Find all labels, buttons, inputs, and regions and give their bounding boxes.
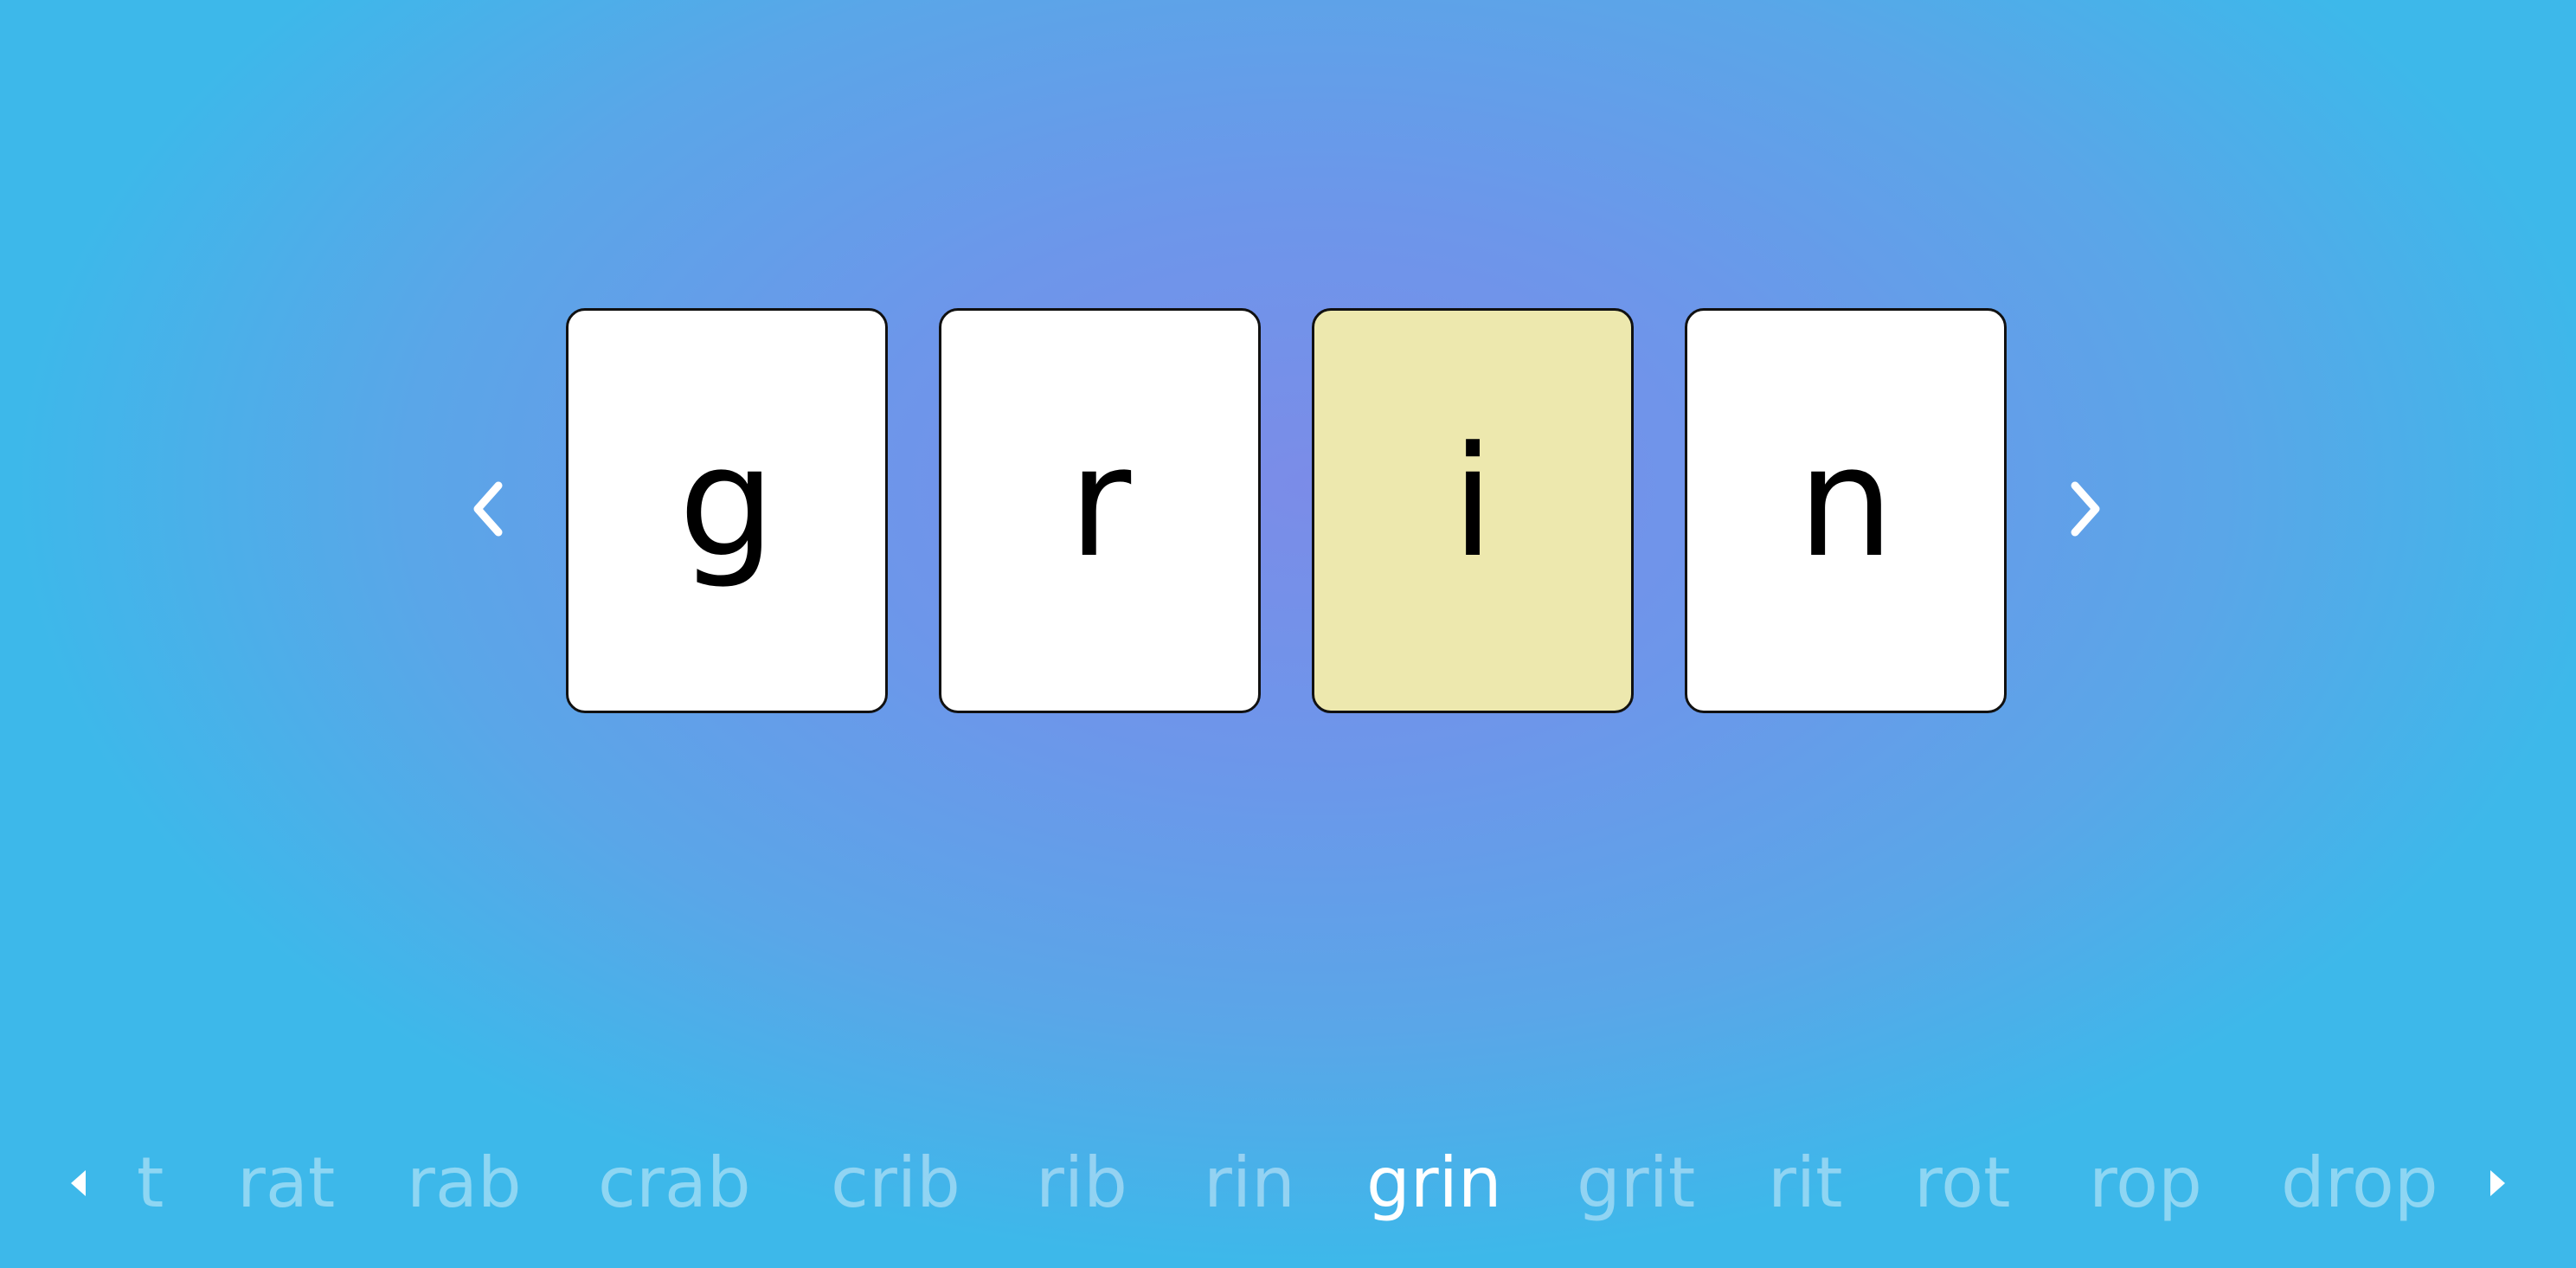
history-word[interactable]: crab (598, 1144, 751, 1222)
game-board: g r i n t rat rab crab crib rib rin grin… (0, 0, 2576, 1268)
word-tiles: g r i n (566, 308, 2007, 713)
tile-letter: i (1451, 414, 1494, 591)
letter-tile-1[interactable]: g (566, 308, 888, 713)
chevron-left-icon[interactable] (471, 480, 505, 537)
letter-tile-3-selected[interactable]: i (1312, 308, 1634, 713)
letter-tile-4[interactable]: n (1685, 308, 2007, 713)
word-history: t rat rab crab crib rib rin grin grit ri… (0, 1144, 2576, 1222)
tile-letter: g (678, 414, 775, 591)
history-word[interactable]: rat (237, 1144, 335, 1222)
letter-tile-2[interactable]: r (939, 308, 1261, 713)
history-word[interactable]: rin (1204, 1144, 1295, 1222)
caret-left-icon[interactable] (68, 1168, 87, 1198)
history-word[interactable]: rib (1036, 1144, 1127, 1222)
history-word[interactable]: rit (1768, 1144, 1842, 1222)
history-word[interactable]: drop (2281, 1144, 2438, 1222)
tile-letter: n (1797, 414, 1894, 591)
history-word[interactable]: rot (1914, 1144, 2010, 1222)
history-word-current[interactable]: grin (1366, 1144, 1502, 1222)
history-word[interactable]: rab (407, 1144, 522, 1222)
chevron-right-icon[interactable] (2068, 480, 2103, 537)
history-word[interactable]: crib (831, 1144, 960, 1222)
history-word[interactable]: grit (1577, 1144, 1695, 1222)
caret-right-icon[interactable] (2489, 1168, 2508, 1198)
tile-letter: r (1068, 414, 1132, 591)
history-word[interactable]: t (137, 1144, 164, 1222)
history-word[interactable]: rop (2089, 1144, 2202, 1222)
